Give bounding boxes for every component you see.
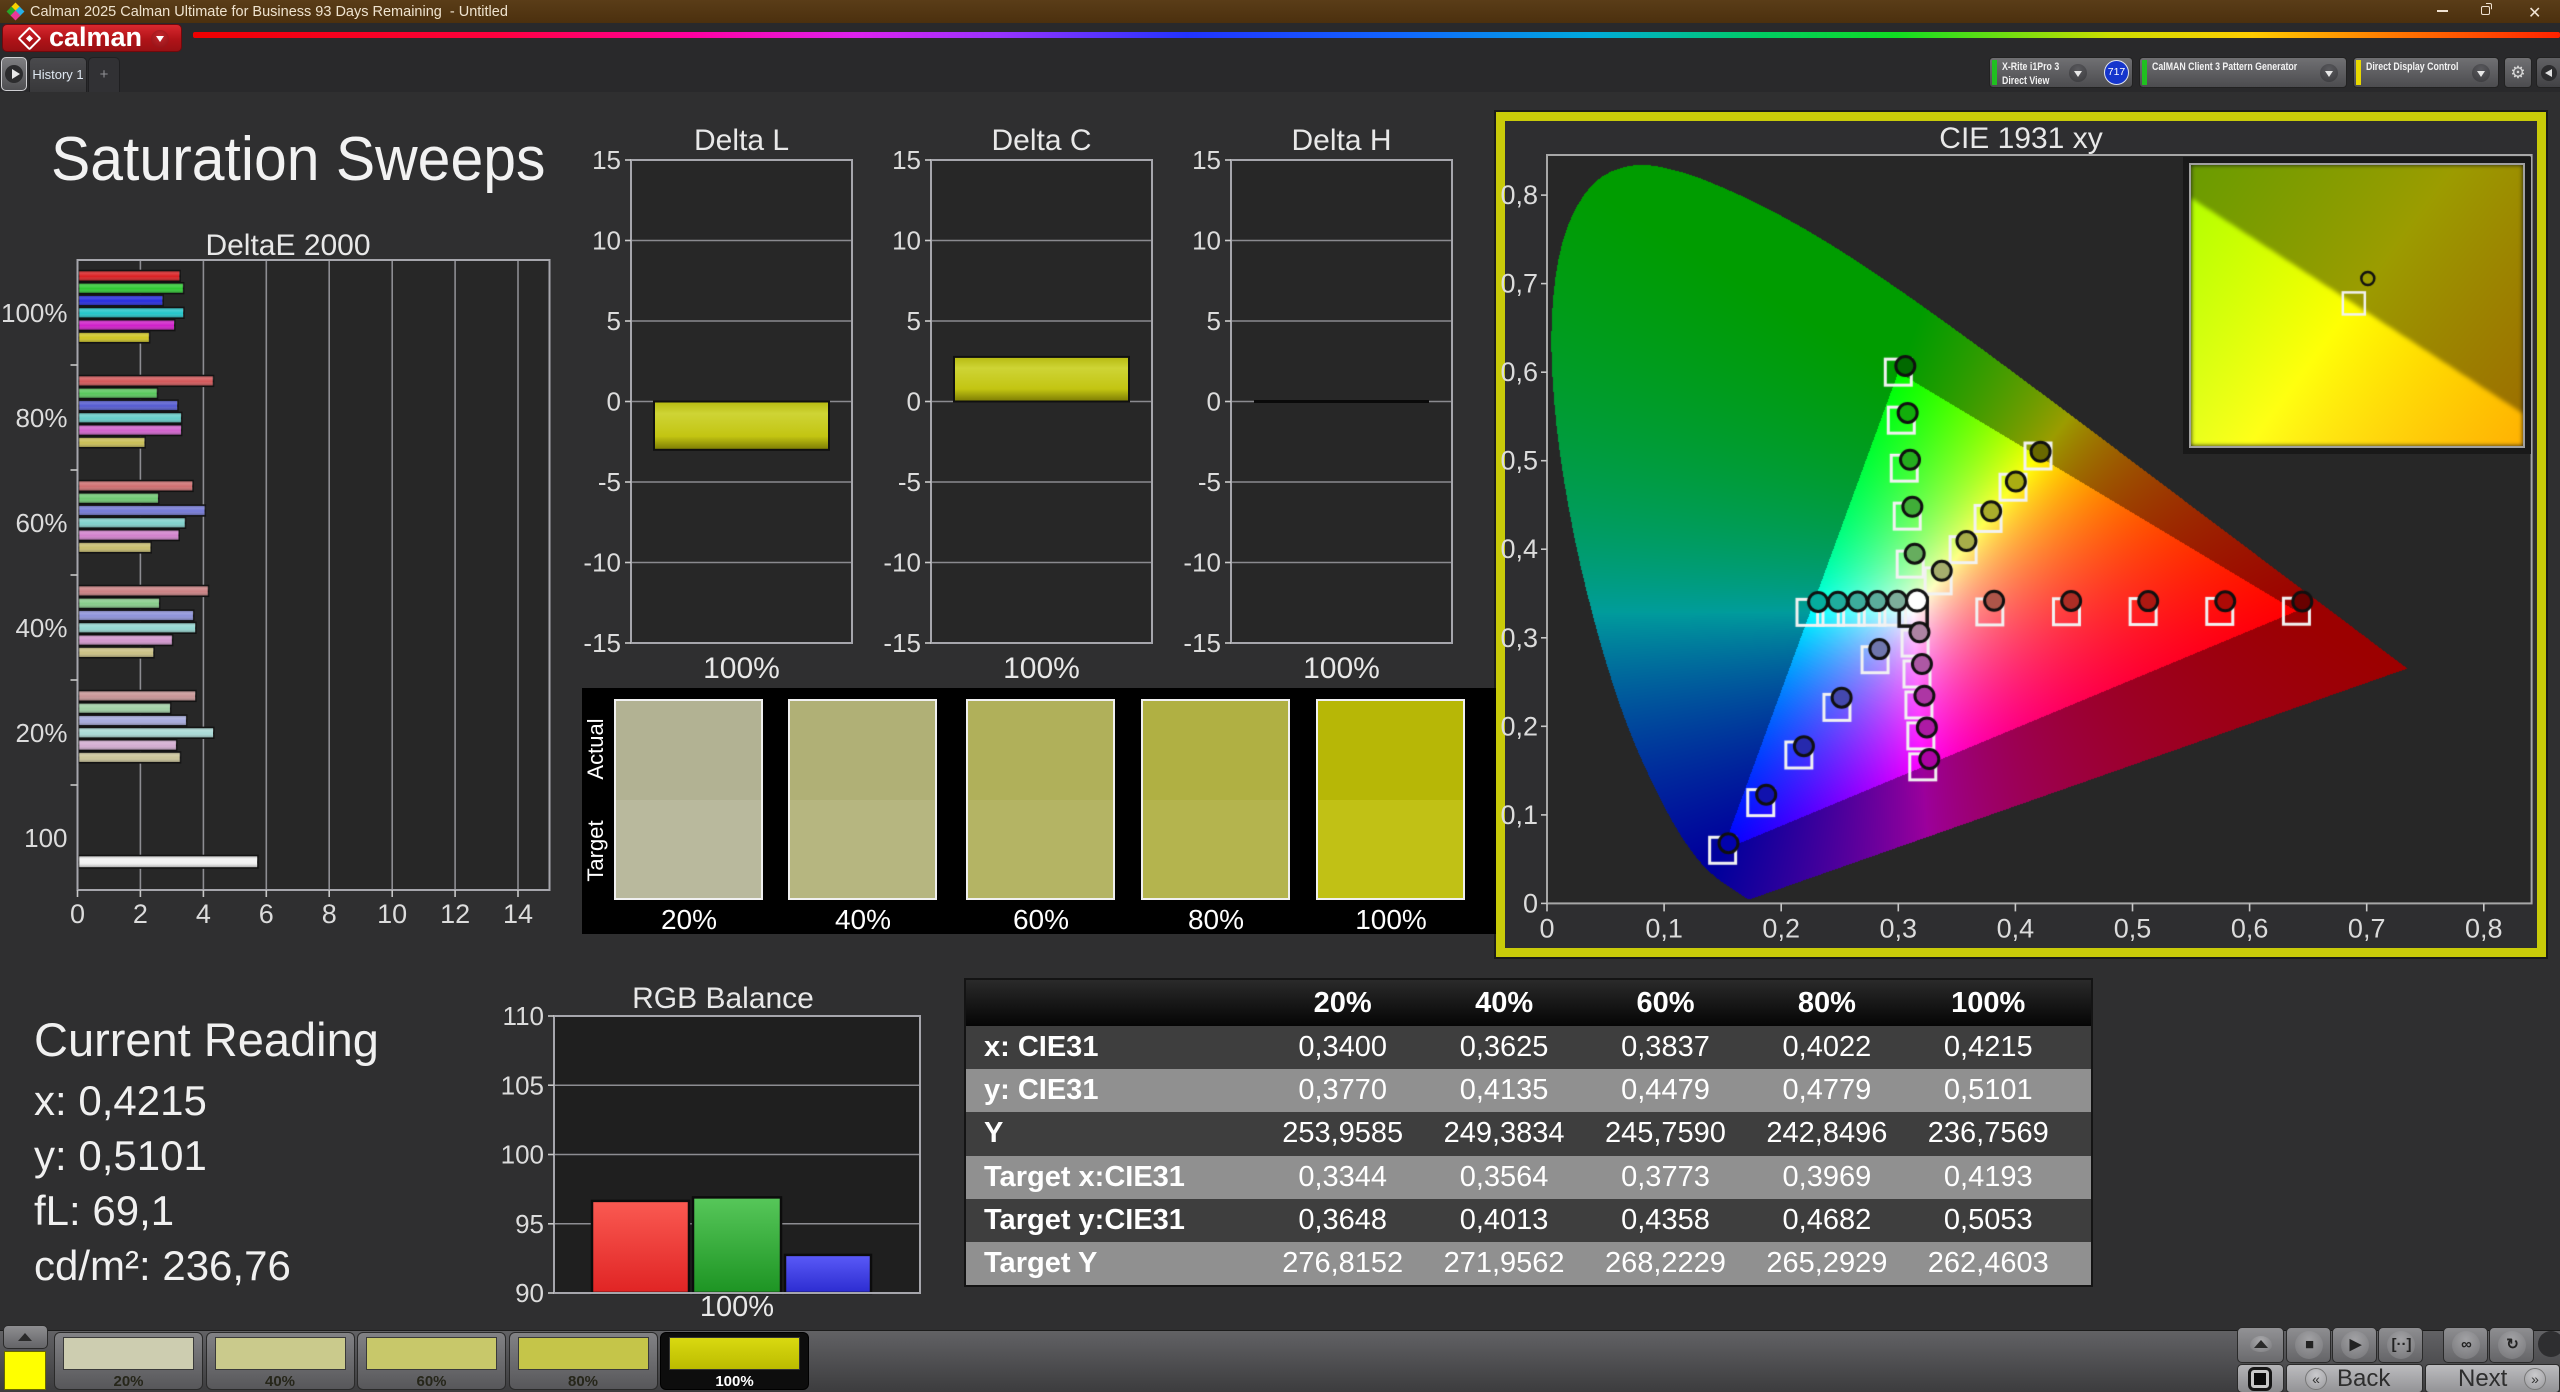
svg-text:0,7: 0,7 [1500, 269, 1538, 299]
svg-text:RGB Balance: RGB Balance [632, 982, 814, 1015]
svg-text:0,5: 0,5 [1500, 446, 1538, 476]
svg-text:14: 14 [503, 899, 533, 929]
svg-text:0,5: 0,5 [2114, 913, 2152, 943]
svg-text:10: 10 [592, 226, 621, 256]
svg-text:80%: 80% [15, 403, 67, 433]
svg-text:-15: -15 [583, 628, 621, 658]
svg-text:0: 0 [907, 387, 921, 417]
svg-text:-5: -5 [898, 467, 921, 497]
svg-text:0: 0 [1539, 913, 1554, 943]
svg-text:0,6: 0,6 [1500, 357, 1538, 387]
svg-text:0,4: 0,4 [1500, 534, 1538, 564]
svg-text:6: 6 [259, 899, 274, 929]
svg-text:5: 5 [607, 306, 621, 336]
svg-text:-10: -10 [1183, 548, 1221, 578]
svg-text:2: 2 [133, 899, 148, 929]
svg-text:Delta H: Delta H [1291, 124, 1391, 157]
svg-text:8: 8 [322, 899, 337, 929]
svg-text:-5: -5 [598, 467, 621, 497]
svg-text:5: 5 [1207, 306, 1221, 336]
svg-text:15: 15 [592, 145, 621, 175]
svg-text:15: 15 [892, 145, 921, 175]
svg-text:0,3: 0,3 [1880, 913, 1918, 943]
svg-text:100%: 100% [1, 298, 68, 328]
svg-text:110: 110 [503, 1001, 544, 1031]
svg-text:0,8: 0,8 [1500, 180, 1538, 210]
svg-text:95: 95 [515, 1209, 544, 1239]
svg-text:-15: -15 [883, 628, 921, 658]
svg-text:12: 12 [440, 899, 470, 929]
svg-text:10: 10 [1192, 226, 1221, 256]
svg-text:5: 5 [907, 306, 921, 336]
svg-text:100%: 100% [703, 652, 780, 685]
svg-text:0: 0 [1523, 888, 1538, 918]
svg-text:15: 15 [1192, 145, 1221, 175]
svg-text:100: 100 [501, 1140, 544, 1170]
svg-text:-15: -15 [1183, 628, 1221, 658]
svg-text:4: 4 [196, 899, 211, 929]
svg-text:0,3: 0,3 [1500, 623, 1538, 653]
svg-text:10: 10 [377, 899, 407, 929]
svg-text:DeltaE 2000: DeltaE 2000 [205, 229, 370, 262]
svg-text:0,1: 0,1 [1500, 800, 1538, 830]
svg-text:0,2: 0,2 [1500, 711, 1538, 741]
svg-text:-10: -10 [883, 548, 921, 578]
svg-text:20%: 20% [15, 718, 67, 748]
svg-text:0,8: 0,8 [2465, 913, 2503, 943]
svg-text:0,1: 0,1 [1645, 913, 1683, 943]
svg-text:40%: 40% [15, 613, 67, 643]
svg-text:90: 90 [515, 1278, 544, 1308]
svg-text:0,7: 0,7 [2348, 913, 2386, 943]
svg-text:100%: 100% [1303, 652, 1380, 685]
svg-text:0,4: 0,4 [1997, 913, 2035, 943]
svg-text:100: 100 [24, 823, 67, 853]
svg-text:-5: -5 [1198, 467, 1221, 497]
svg-text:-10: -10 [583, 548, 621, 578]
svg-text:60%: 60% [15, 508, 67, 538]
svg-text:Delta C: Delta C [991, 124, 1091, 157]
svg-text:105: 105 [501, 1070, 544, 1100]
svg-text:0: 0 [607, 387, 621, 417]
svg-text:100%: 100% [700, 1291, 774, 1323]
svg-text:0: 0 [70, 899, 85, 929]
svg-text:100%: 100% [1003, 652, 1080, 685]
svg-text:Delta L: Delta L [694, 124, 789, 157]
svg-text:0,2: 0,2 [1762, 913, 1800, 943]
svg-text:0: 0 [1207, 387, 1221, 417]
svg-text:0,6: 0,6 [2231, 913, 2269, 943]
svg-text:10: 10 [892, 226, 921, 256]
